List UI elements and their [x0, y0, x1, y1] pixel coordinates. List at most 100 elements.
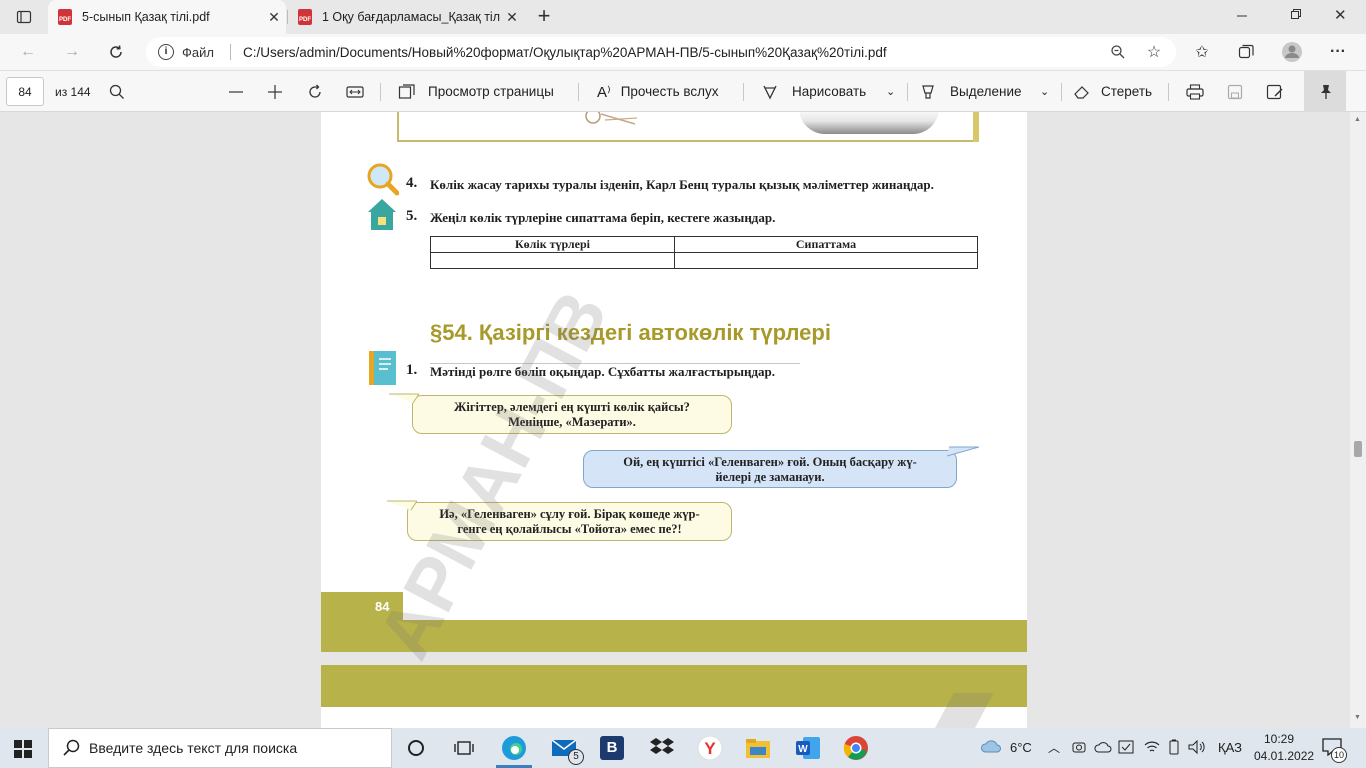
dropbox-icon[interactable] [646, 732, 678, 764]
onedrive-icon[interactable] [1094, 740, 1112, 754]
close-tab-icon[interactable]: ✕ [500, 9, 524, 26]
page-total: из 144 [55, 84, 91, 99]
pin-toolbar-icon[interactable] [1304, 71, 1346, 112]
draw-button[interactable]: Нарисовать [762, 71, 866, 112]
input-language[interactable]: ҚАЗ [1218, 740, 1242, 755]
vehicle-types-table: Көлік түрлері Сипаттама [430, 236, 978, 269]
scroll-up-icon[interactable]: ▲ [1354, 116, 1361, 123]
table-header: Сипаттама [674, 236, 978, 253]
tab-title: 1 Оқу бағдарламасы_Қазақ тілі [322, 10, 500, 24]
frame-accent [973, 112, 979, 142]
b-app-icon[interactable]: B [596, 732, 628, 764]
collections-icon[interactable] [1232, 38, 1260, 66]
scrollbar-thumb[interactable] [1354, 441, 1362, 457]
info-icon[interactable]: i [158, 44, 174, 60]
tab-actions-icon[interactable] [10, 8, 38, 26]
bubble-1-line-2: Меніңше, «Мазерати». [508, 415, 636, 429]
address-field[interactable]: i Файл C:/Users/admin/Documents/Новый%20… [146, 37, 1176, 67]
page-view-button[interactable]: Просмотр страницы [398, 71, 554, 112]
car-illustration [799, 112, 939, 134]
scroll-down-icon[interactable]: ▼ [1354, 714, 1361, 721]
weather-temp[interactable]: 6°C [1010, 740, 1032, 755]
camera-icon[interactable] [1072, 740, 1086, 754]
tab-curriculum[interactable]: PDF 1 Оқу бағдарламасы_Қазақ тілі ✕ [288, 0, 524, 34]
fit-width-icon[interactable] [346, 71, 364, 112]
page-number-input[interactable]: 84 [6, 77, 44, 106]
search-icon[interactable] [109, 71, 125, 112]
magnifier-task-icon [365, 162, 399, 196]
add-favorite-icon[interactable]: ☆ [1140, 38, 1168, 66]
network-icon[interactable] [1144, 740, 1160, 754]
page-view-label: Просмотр страницы [428, 84, 554, 99]
refresh-icon[interactable] [102, 38, 130, 66]
tab-strip: PDF 5-сынып Қазақ тілі.pdf ✕ PDF 1 Оқу б… [0, 0, 1366, 34]
book-task-icon [369, 351, 397, 385]
bubble-2-line-1: Ой, ең күштісі «Геленваген» ғой. Оның ба… [623, 455, 917, 469]
new-tab-button[interactable]: + [533, 5, 555, 27]
url-divider [229, 44, 231, 60]
vehicle-illustration [575, 112, 665, 128]
back-icon[interactable]: ← [14, 38, 42, 66]
pdf-viewer[interactable]: 4. Көлік жасау тарихы туралы ізденіп, Ка… [0, 112, 1366, 728]
pdf-toolbar: 84 из 144 Просмотр страницы A⁾ Прочесть … [0, 70, 1366, 112]
highlight-options-chevron-icon[interactable]: ⌄ [1040, 71, 1049, 112]
print-icon[interactable] [1186, 71, 1204, 112]
close-tab-icon[interactable]: ✕ [262, 9, 286, 26]
chrome-icon[interactable] [840, 732, 872, 764]
windows-start-icon[interactable] [14, 740, 32, 758]
weather-cloud-icon[interactable] [980, 738, 1002, 754]
task-view-icon[interactable] [448, 732, 480, 764]
draw-options-chevron-icon[interactable]: ⌄ [886, 71, 895, 112]
security-icon[interactable] [1118, 739, 1134, 755]
task-5-number: 5. [406, 208, 418, 224]
save-as-icon[interactable] [1266, 71, 1284, 112]
taskbar-search[interactable]: Введите здесь текст для поиска [48, 728, 392, 768]
pdf-file-icon: PDF [58, 9, 72, 25]
cortana-icon[interactable] [400, 732, 432, 764]
minimize-button[interactable] [1236, 8, 1256, 26]
read-aloud-label: Прочесть вслух [620, 84, 719, 99]
zoom-in-icon[interactable] [267, 71, 283, 112]
vertical-scrollbar[interactable]: ▲ ▼ [1350, 112, 1366, 728]
tray-chevron-icon[interactable]: ︿ [1048, 739, 1060, 756]
clock-date: 04.01.2022 [1254, 749, 1315, 763]
zoom-out-icon[interactable] [228, 71, 244, 112]
search-placeholder: Введите здесь текст для поиска [89, 740, 298, 756]
battery-icon[interactable] [1166, 739, 1182, 755]
clock[interactable]: 10:29 04.01.2022 [1254, 731, 1315, 765]
draw-label: Нарисовать [792, 84, 867, 99]
read-aloud-icon: A⁾ [597, 83, 611, 101]
bubble-3-tail [387, 500, 417, 512]
task-1-number: 1. [406, 362, 418, 378]
svg-text:Y: Y [704, 739, 716, 758]
save-icon[interactable] [1227, 71, 1243, 112]
settings-more-icon[interactable]: ··· [1324, 38, 1352, 66]
word-icon[interactable]: W [792, 732, 824, 764]
read-aloud-button[interactable]: A⁾ Прочесть вслух [597, 71, 719, 112]
file-explorer-icon[interactable] [742, 732, 774, 764]
volume-icon[interactable] [1188, 739, 1206, 755]
toolbar-divider [743, 83, 744, 101]
yandex-icon[interactable]: Y [694, 732, 726, 764]
search-icon [63, 739, 80, 756]
notification-badge: 10 [1331, 747, 1347, 763]
table-cell [430, 252, 675, 269]
favorites-icon[interactable]: ✩ [1188, 38, 1216, 66]
tab-pdf-kazakh[interactable]: PDF 5-сынып Қазақ тілі.pdf ✕ [48, 0, 286, 34]
site-label: Файл [182, 44, 214, 60]
url-text[interactable]: C:/Users/admin/Documents/Новый%20формат/… [243, 45, 887, 60]
close-window-button[interactable]: ✕ [1334, 6, 1354, 26]
task-5-text: Жеңіл көлік түрлеріне сипаттама беріп, к… [430, 210, 776, 225]
zoom-icon[interactable] [1104, 38, 1132, 66]
erase-label: Стереть [1101, 84, 1153, 99]
forward-icon[interactable]: → [58, 38, 86, 66]
svg-text:W: W [798, 744, 808, 755]
toolbar-divider [1061, 83, 1062, 101]
erase-button[interactable]: Стереть [1073, 71, 1152, 112]
restore-button[interactable] [1290, 8, 1310, 26]
toolbar-divider [380, 83, 381, 101]
highlight-button[interactable]: Выделение [920, 71, 1022, 112]
edge-icon[interactable] [498, 732, 530, 764]
profile-avatar[interactable] [1278, 38, 1306, 66]
rotate-icon[interactable] [307, 71, 323, 112]
